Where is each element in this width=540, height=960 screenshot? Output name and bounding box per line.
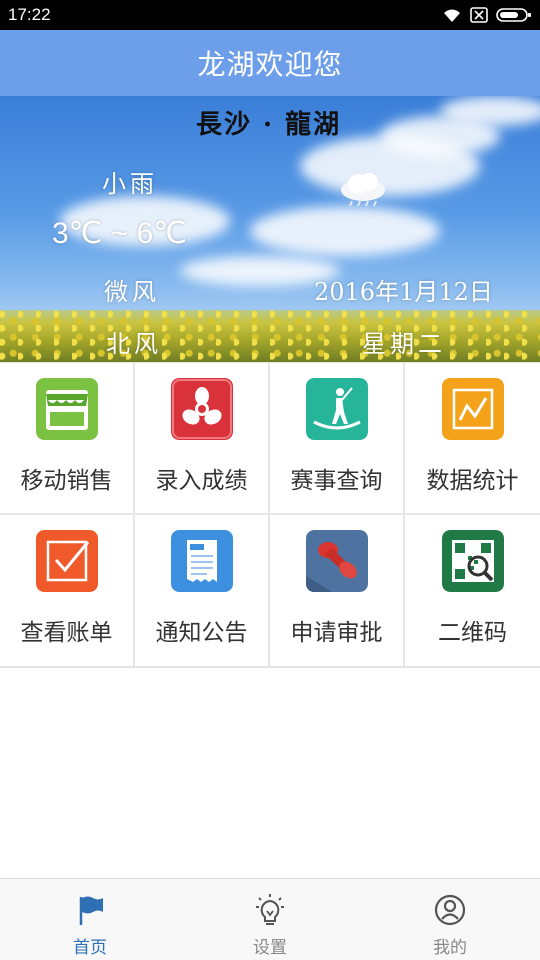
menu-item-approval[interactable]: 申请审批	[270, 514, 405, 666]
chart-icon	[441, 378, 504, 440]
checkbox-icon	[35, 529, 98, 592]
flower-field	[0, 310, 540, 362]
nav-label: 我的	[433, 938, 467, 958]
nav-settings[interactable]: 设置	[180, 879, 360, 960]
menu-item-label: 通知公告	[155, 619, 248, 646]
menu-item-match-query[interactable]: 赛事查询	[270, 363, 405, 515]
menu-item-label: 录入成绩	[155, 468, 248, 494]
menu-item-label: 赛事查询	[290, 468, 383, 494]
nav-home[interactable]: 首页	[0, 879, 180, 960]
menu-item-statistics[interactable]: 数据统计	[405, 363, 540, 515]
wifi-icon	[442, 7, 462, 23]
weather-location: 長沙 · 龍湖	[196, 110, 342, 140]
no-sim-icon	[470, 7, 488, 23]
weather-date: 2016年1月12日	[314, 278, 493, 306]
menu-item-qrcode[interactable]: 二维码	[405, 514, 540, 666]
flag-icon	[73, 893, 107, 927]
menu-item-label: 移动销售	[20, 468, 113, 494]
bottom-nav: 首页 设置 我的	[0, 878, 540, 960]
stamp-icon	[305, 529, 368, 592]
status-icons	[442, 6, 532, 24]
weather-banner: 長沙 · 龍湖 小雨 3℃ ~ 6℃ 微风 2016年1月12日 北风 星期二	[0, 96, 540, 362]
title-bar: 龙湖欢迎您	[0, 30, 540, 96]
menu-item-label: 二维码	[438, 619, 507, 646]
lightbulb-icon	[253, 893, 287, 927]
menu-item-record-scores[interactable]: 录入成绩	[135, 363, 270, 515]
menu-item-mobile-sales[interactable]: 移动销售	[0, 363, 135, 515]
store-icon	[35, 378, 98, 440]
weather-wind-direction: 北风	[106, 330, 162, 358]
weather-condition: 小雨	[102, 170, 158, 198]
nav-mine[interactable]: 我的	[360, 879, 540, 960]
menu-grid: 移动销售 录入成绩 赛事查询 数据统计 查看账单 通知公告 申请审批 二维码	[0, 362, 540, 668]
page-title: 龙湖欢迎您	[197, 48, 343, 81]
status-time: 17:22	[8, 5, 51, 24]
menu-item-label: 申请审批	[290, 619, 383, 646]
weather-wind-level: 微风	[104, 278, 160, 306]
menu-item-label: 数据统计	[426, 468, 519, 494]
menu-item-label: 查看账单	[20, 619, 113, 646]
air-icon	[170, 378, 233, 440]
nav-label: 设置	[253, 938, 287, 958]
cloud-rain-icon	[336, 170, 390, 214]
golfer-icon	[305, 378, 368, 440]
menu-item-notices[interactable]: 通知公告	[135, 514, 270, 666]
qrcode-icon	[441, 529, 504, 592]
weather-temperature: 3℃ ~ 6℃	[52, 217, 187, 250]
nav-label: 首页	[73, 938, 107, 958]
weather-weekday: 星期二	[362, 330, 446, 358]
cloud-shape	[440, 96, 540, 126]
battery-icon	[496, 7, 532, 23]
menu-item-view-bills[interactable]: 查看账单	[0, 514, 135, 666]
status-bar: 17:22	[0, 0, 540, 30]
news-icon	[170, 529, 233, 592]
user-icon	[433, 893, 467, 927]
